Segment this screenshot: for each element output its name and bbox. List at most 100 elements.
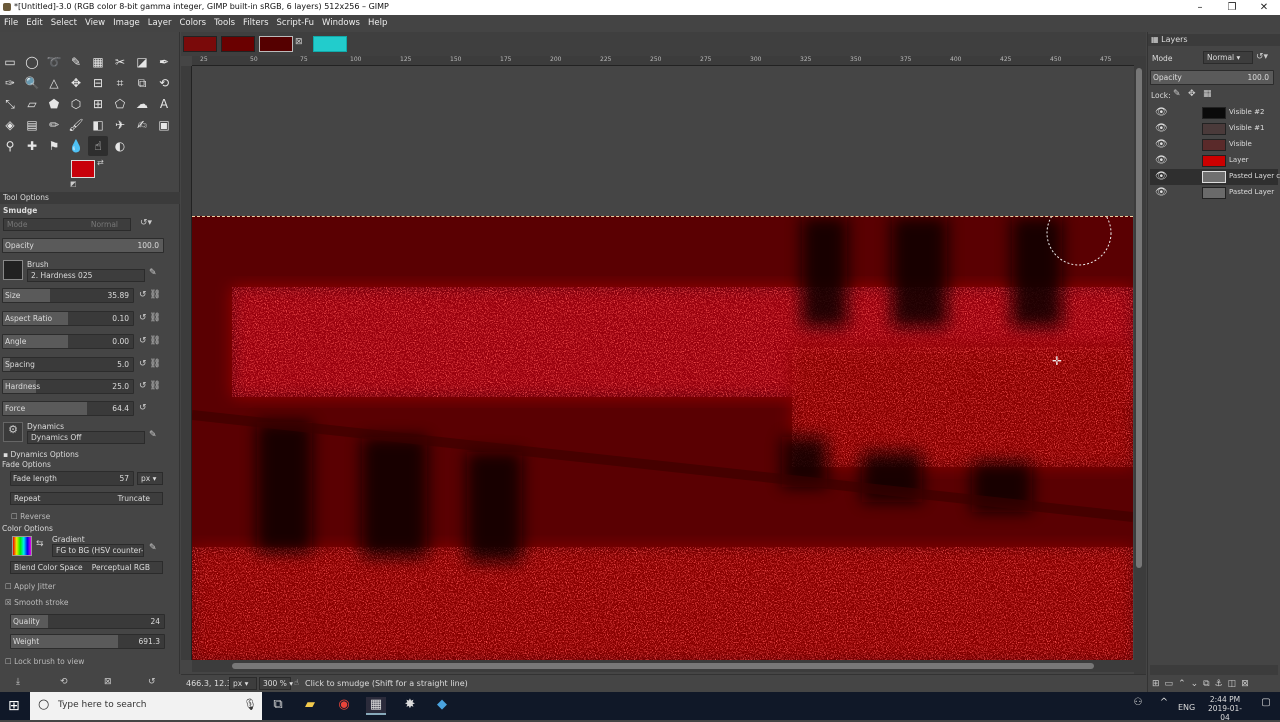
layer-row[interactable]: 👁 Pasted Layer bbox=[1150, 185, 1278, 201]
lock-pixels-icon[interactable]: ✎ bbox=[1173, 89, 1181, 99]
task-view-icon[interactable]: ⧉ bbox=[268, 697, 288, 715]
layer-row-selected[interactable]: 👁 Pasted Layer co bbox=[1150, 169, 1280, 185]
mode-dropdown[interactable]: Mode Normal bbox=[3, 218, 131, 231]
menu-windows[interactable]: Windows bbox=[318, 15, 364, 32]
image-tab-3[interactable] bbox=[259, 36, 293, 52]
apply-jitter-checkbox[interactable]: ☐ Apply Jitter bbox=[5, 582, 56, 591]
menu-tools[interactable]: Tools bbox=[210, 15, 239, 32]
new-layer-icon[interactable]: ⊞ bbox=[1152, 679, 1165, 689]
opacity-slider[interactable]: Opacity 100.0 bbox=[2, 238, 164, 253]
layer-row[interactable]: 👁 Layer bbox=[1150, 153, 1278, 169]
crop-icon[interactable]: ⌗ bbox=[110, 73, 130, 93]
menu-edit[interactable]: Edit bbox=[22, 15, 46, 32]
size-reset-icon[interactable]: ↺ ⛓ bbox=[139, 290, 161, 300]
layer-mode-reset-icon[interactable]: ↺▾ bbox=[1256, 52, 1268, 62]
layer-row[interactable]: 👁 Visible #2 bbox=[1150, 105, 1278, 121]
menu-view[interactable]: View bbox=[81, 15, 109, 32]
airbrush-icon[interactable]: ✈ bbox=[110, 115, 130, 135]
tray-chevron-icon[interactable]: ^ bbox=[1154, 697, 1174, 715]
smudge-icon[interactable]: ☝ bbox=[88, 136, 108, 156]
clock[interactable]: 2:44 PM 2019-01-04 bbox=[1207, 695, 1243, 722]
zoom-dropdown[interactable]: 300 % ▾ bbox=[259, 677, 293, 690]
force-slider[interactable]: Force 64.4 bbox=[2, 401, 134, 416]
menu-filters[interactable]: Filters bbox=[239, 15, 272, 32]
gradient-icon[interactable]: ▤ bbox=[22, 115, 42, 135]
image-canvas[interactable]: ✛ bbox=[192, 216, 1133, 660]
aspect-ratio-reset-icon[interactable]: ↺ ⛓ bbox=[139, 313, 161, 323]
lock-position-icon[interactable]: ✥ bbox=[1188, 89, 1196, 99]
menu-colors[interactable]: Colors bbox=[175, 15, 210, 32]
force-reset-icon[interactable]: ↺ bbox=[139, 403, 147, 413]
heal-icon[interactable]: ✚ bbox=[22, 136, 42, 156]
lock-alpha-icon[interactable]: ▦ bbox=[1203, 89, 1212, 99]
pencil-icon[interactable]: ✏ bbox=[44, 115, 64, 135]
language-indicator[interactable]: ENG bbox=[1178, 703, 1195, 712]
gradient-edit-icon[interactable]: ✎ bbox=[149, 543, 157, 553]
paths-icon[interactable]: ✒ bbox=[154, 52, 174, 72]
default-colors-icon[interactable]: ◩ bbox=[70, 180, 77, 188]
dynamics-edit-icon[interactable]: ✎ bbox=[149, 430, 157, 440]
dynamics-icon[interactable]: ⚙ bbox=[3, 422, 23, 442]
gimp-taskbar-icon[interactable]: ▦ bbox=[366, 697, 386, 715]
visibility-eye-icon[interactable]: 👁 bbox=[1155, 171, 1168, 182]
size-slider[interactable]: Size 35.89 bbox=[2, 288, 134, 303]
menu-layer[interactable]: Layer bbox=[144, 15, 176, 32]
blend-color-space-dropdown[interactable]: Blend Color Space Perceptual RGB bbox=[10, 561, 163, 574]
notifications-icon[interactable]: ▢ bbox=[1256, 697, 1276, 715]
spacing-slider[interactable]: Spacing 5.0 bbox=[2, 357, 134, 372]
smooth-stroke-checkbox[interactable]: ☒ Smooth stroke bbox=[5, 598, 68, 607]
unified-transform-icon[interactable]: ⧉ bbox=[132, 73, 152, 93]
maximize-button[interactable]: ❐ bbox=[1216, 0, 1248, 15]
scale-icon[interactable]: ⤡ bbox=[0, 94, 20, 114]
warp-transform-icon[interactable]: ☁ bbox=[132, 94, 152, 114]
close-button[interactable]: ✕ bbox=[1248, 0, 1280, 15]
menu-script-fu[interactable]: Script-Fu bbox=[273, 15, 319, 32]
brush-name[interactable]: 2. Hardness 025 bbox=[27, 269, 145, 282]
layers-scrollbar[interactable] bbox=[1150, 665, 1278, 675]
dodge-burn-icon[interactable]: ◐ bbox=[110, 136, 130, 156]
gradient-reverse-icon[interactable]: ⇆ bbox=[36, 539, 44, 549]
eraser-icon[interactable]: ◧ bbox=[88, 115, 108, 135]
visibility-eye-icon[interactable]: 👁 bbox=[1155, 155, 1168, 166]
reset-options-icon[interactable]: ↺ bbox=[148, 677, 156, 687]
save-options-icon[interactable]: ⤓ bbox=[16, 677, 20, 687]
perspective-clone-icon[interactable]: ⚑ bbox=[44, 136, 64, 156]
swap-colors-icon[interactable]: ⇄ bbox=[97, 158, 104, 167]
layer-mode-dropdown[interactable]: Normal ▾ bbox=[1203, 51, 1253, 64]
handle-transform-icon[interactable]: ⊞ bbox=[88, 94, 108, 114]
gradient-value[interactable]: FG to BG (HSV counter-clock bbox=[52, 544, 144, 557]
mask-icon[interactable]: ◫ bbox=[1228, 679, 1242, 689]
gradient-preview[interactable] bbox=[12, 536, 32, 556]
image-tab-2[interactable] bbox=[221, 36, 255, 52]
visibility-eye-icon[interactable]: 👁 bbox=[1155, 107, 1168, 118]
menu-file[interactable]: File bbox=[0, 15, 22, 32]
blur-sharpen-icon[interactable]: 💧 bbox=[66, 136, 86, 156]
horizontal-scrollbar[interactable] bbox=[192, 660, 1134, 672]
layer-opacity-slider[interactable]: Opacity 100.0 bbox=[1150, 70, 1274, 85]
unit-dropdown[interactable]: px ▾ bbox=[229, 677, 257, 690]
measure-icon[interactable]: △ bbox=[44, 73, 64, 93]
free-select-icon[interactable]: ➰ bbox=[44, 52, 64, 72]
image-tab-4[interactable] bbox=[313, 36, 347, 52]
vertical-scrollbar[interactable] bbox=[1134, 56, 1146, 674]
people-icon[interactable]: ⚇ bbox=[1128, 697, 1148, 715]
windows-start-icon[interactable]: ⊞ bbox=[8, 698, 20, 714]
layer-row[interactable]: 👁 Visible #1 bbox=[1150, 121, 1278, 137]
angle-slider[interactable]: Angle 0.00 bbox=[2, 334, 134, 349]
microphone-icon[interactable]: 🎙 bbox=[243, 698, 257, 711]
rotate-icon[interactable]: ⟲ bbox=[154, 73, 174, 93]
spacing-reset-icon[interactable]: ↺ ⛓ bbox=[139, 359, 161, 369]
zoom-icon[interactable]: 🔍 bbox=[22, 73, 42, 93]
text-icon[interactable]: A bbox=[154, 94, 174, 114]
move-icon[interactable]: ✥ bbox=[66, 73, 86, 93]
angle-reset-icon[interactable]: ↺ ⛓ bbox=[139, 336, 161, 346]
paintbrush-icon[interactable]: 🖌 bbox=[66, 115, 86, 135]
taskbar-search-box[interactable]: ○ Type here to search 🎙 bbox=[30, 692, 262, 720]
quality-slider[interactable]: Quality 24 bbox=[10, 614, 165, 629]
aspect-ratio-slider[interactable]: Aspect Ratio 0.10 bbox=[2, 311, 134, 326]
fade-length-field[interactable]: Fade length 57 bbox=[10, 471, 134, 486]
dynamics-value[interactable]: Dynamics Off bbox=[27, 431, 145, 444]
image-tab-1[interactable] bbox=[183, 36, 217, 52]
close-tab-icon[interactable]: ⊠ bbox=[295, 37, 303, 47]
weight-slider[interactable]: Weight 691.3 bbox=[10, 634, 165, 649]
